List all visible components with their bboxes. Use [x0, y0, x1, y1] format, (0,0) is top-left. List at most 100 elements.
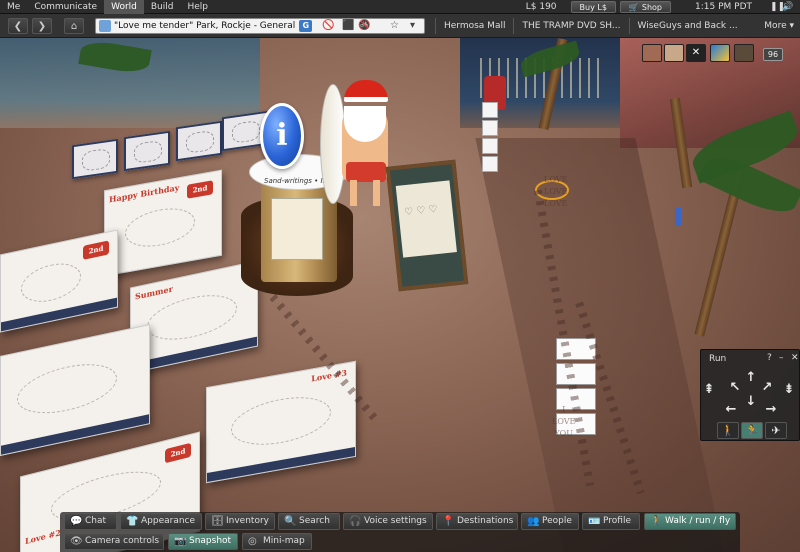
location-text: "Love me tender" Park, Rockje - General: [114, 21, 296, 31]
walk-mode-button[interactable]: 🚶: [717, 422, 739, 439]
santa-shorts: [346, 162, 386, 182]
postcard-tile[interactable]: [176, 120, 222, 162]
forward-button[interactable]: ❯: [32, 18, 52, 34]
heart-blackboard[interactable]: [385, 159, 469, 292]
people-icon: 👥: [527, 516, 540, 527]
run-mode-button[interactable]: 🏃: [741, 422, 763, 439]
pedestal-notecard[interactable]: [271, 198, 323, 260]
card-footer: [1, 297, 117, 332]
menu-communicate[interactable]: Communicate: [27, 0, 104, 14]
search-icon: 🔍: [284, 516, 297, 527]
card-footer: [207, 446, 355, 483]
turn-up-left-arrow-icon[interactable]: ↖: [727, 380, 743, 395]
inventory-button[interactable]: 🗄 Inventory: [205, 513, 275, 530]
back-button[interactable]: ❮: [8, 18, 28, 34]
strafe-right-arrow-icon[interactable]: →: [763, 402, 779, 417]
hud-icon-portrait[interactable]: [664, 44, 684, 62]
sand-card-hearts[interactable]: [0, 324, 150, 456]
sand-card-palm[interactable]: 2nd: [0, 229, 118, 333]
inventory-icon: 🗄: [211, 516, 224, 527]
voice-settings-button[interactable]: 🎧 Voice settings: [343, 513, 433, 530]
turn-up-right-arrow-icon[interactable]: ↗: [759, 380, 775, 395]
hud-icon-map[interactable]: [710, 44, 730, 62]
close-button[interactable]: ✕: [791, 353, 799, 363]
search-label: Search: [299, 516, 330, 526]
inventory-label: Inventory: [226, 516, 269, 526]
santa-legs: [350, 180, 380, 206]
snapshot-label: Snapshot: [189, 536, 232, 546]
favorite-item[interactable]: THE TRAMP DVD SH...: [513, 18, 628, 34]
sand-writing-love: LOVE LOVE LOVE: [544, 175, 568, 208]
menu-world[interactable]: World: [104, 0, 144, 14]
chat-label: Chat: [85, 516, 107, 526]
info-icon[interactable]: i: [260, 103, 304, 169]
move-down-icon[interactable]: ⇟: [781, 382, 797, 397]
world-viewport[interactable]: Happy Birthday 2nd 2nd Summer Love #3 Lo…: [0, 38, 800, 552]
buy-currency-button[interactable]: Buy L$: [570, 1, 616, 13]
menu-help[interactable]: Help: [180, 0, 215, 14]
profile-button[interactable]: 🪪 Profile: [582, 513, 640, 530]
walk-run-fly-button[interactable]: 🚶 Walk / run / fly: [644, 513, 736, 530]
people-button[interactable]: 👥 People: [521, 513, 579, 530]
chat-icon: 💬: [70, 516, 83, 527]
move-up-icon[interactable]: ⇞: [701, 382, 717, 397]
minimap-icon: ◎: [248, 536, 257, 547]
speaker-icon[interactable]: 🔊: [782, 2, 794, 12]
voice-settings-label: Voice settings: [364, 516, 427, 526]
mini-map-button[interactable]: ◎ Mini-map: [242, 533, 312, 550]
snapshot-button[interactable]: 📷 Snapshot: [168, 533, 238, 550]
parcel-info-icon[interactable]: [99, 20, 111, 32]
hud-counter: 96: [763, 48, 783, 61]
destinations-button[interactable]: 📍 Destinations: [436, 513, 518, 530]
favorite-star-icon[interactable]: ☆: [390, 19, 399, 33]
eye-icon: 👁: [70, 536, 83, 547]
santa-hat: [344, 80, 388, 102]
help-button[interactable]: ?: [767, 353, 772, 363]
sand-sketch: [125, 203, 195, 252]
favorite-item[interactable]: WiseGuys and Back ...: [628, 18, 746, 34]
home-button[interactable]: ⌂: [64, 18, 84, 34]
headset-icon: 🎧: [349, 516, 362, 527]
blackboard-panel: [395, 180, 457, 258]
fly-mode-button[interactable]: ✈: [765, 422, 787, 439]
forward-arrow-icon[interactable]: ↑: [743, 370, 759, 385]
walk-icon: 🚶: [650, 516, 663, 527]
hanging-notes[interactable]: [482, 102, 498, 174]
buy-currency-label: Buy L$: [579, 3, 607, 12]
menu-bar: Me Communicate World Build Help L$ 190 B…: [0, 0, 800, 14]
hud-icon-x[interactable]: ✕: [686, 44, 706, 62]
favorites-more-button[interactable]: More ▾: [764, 18, 794, 34]
sand-sketch: [231, 390, 331, 452]
search-button[interactable]: 🔍 Search: [278, 513, 340, 530]
sand-sketch: [21, 258, 81, 308]
hud-icon-building[interactable]: [642, 44, 662, 62]
location-input[interactable]: "Love me tender" Park, Rockje - General G…: [95, 18, 425, 34]
shop-button[interactable]: 🛒 Shop: [619, 1, 672, 13]
backward-arrow-icon[interactable]: ↓: [743, 394, 759, 409]
blue-post: [675, 208, 681, 226]
sand-card-birthday[interactable]: Happy Birthday 2nd: [104, 169, 222, 277]
chat-button[interactable]: 💬 Chat: [64, 513, 117, 530]
linden-balance[interactable]: L$ 190: [526, 2, 557, 12]
no-voice-icon: 🚫: [322, 20, 335, 31]
bottom-toolbar: 💬 Chat 👕 Appearance 🗄 Inventory 🔍 Search 🎧 Vo…: [60, 512, 740, 552]
minimize-button[interactable]: –: [779, 353, 784, 363]
location-dropdown-icon[interactable]: ▾: [410, 19, 415, 33]
navigation-bar: ❮ ❯ ⌂ "Love me tender" Park, Rockje - Ge…: [0, 14, 800, 38]
camera-controls-label: Camera controls: [85, 536, 160, 546]
camera-controls-button[interactable]: 👁 Camera controls: [64, 533, 164, 550]
strafe-left-arrow-icon[interactable]: ←: [723, 402, 739, 417]
menu-me[interactable]: Me: [0, 0, 27, 14]
shop-label: Shop: [641, 3, 663, 12]
sand-card-love3[interactable]: Love #3: [206, 360, 356, 484]
appearance-button[interactable]: 👕 Appearance: [120, 513, 202, 530]
clock: 1:15 PM PDT: [695, 2, 752, 12]
sand-sketch: [17, 356, 117, 422]
postcard-tile[interactable]: [72, 138, 118, 180]
sand-sketch: [147, 287, 237, 347]
favorite-item[interactable]: Hermosa Mall: [435, 18, 513, 34]
pause-icon[interactable]: ❚❚: [770, 2, 785, 12]
hud-icon-skull[interactable]: [734, 44, 754, 62]
menu-build[interactable]: Build: [144, 0, 181, 14]
postcard-tile[interactable]: [124, 130, 170, 172]
